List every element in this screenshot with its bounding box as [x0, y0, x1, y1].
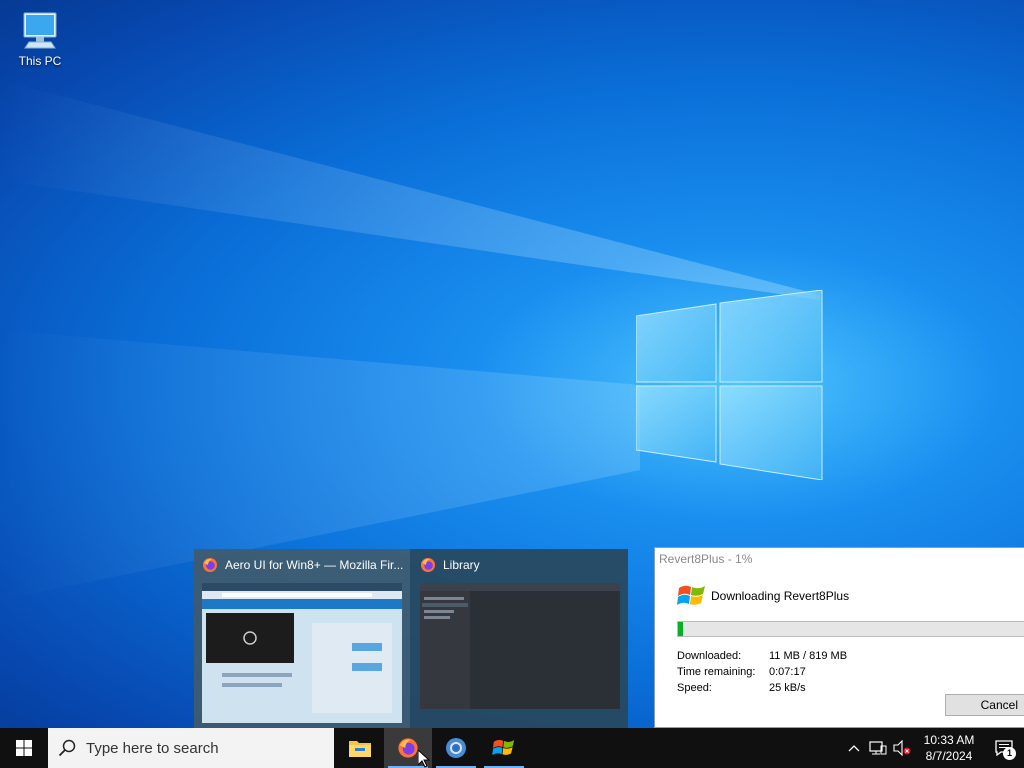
- download-progress-bar: [677, 621, 1024, 637]
- stat-value: 11 MB / 819 MB: [769, 650, 848, 662]
- taskbar-clock[interactable]: 10:33 AM 8/7/2024: [914, 732, 984, 764]
- thumbnail-title-bar: Aero UI for Win8+ — Mozilla Fir...: [202, 557, 406, 573]
- desktop-icon-this-pc[interactable]: This PC: [12, 10, 68, 68]
- action-center-button[interactable]: 1: [984, 728, 1024, 768]
- network-icon: [869, 741, 887, 755]
- firefox-icon: [421, 558, 435, 572]
- chevron-up-icon: [848, 745, 860, 752]
- desktop-icon-label: This PC: [18, 54, 62, 68]
- stat-label: Downloaded:: [677, 650, 742, 662]
- firefox-icon: [203, 558, 217, 572]
- thumbnail-firefox-aero-ui[interactable]: Aero UI for Win8+ — Mozilla Fir...: [194, 549, 410, 728]
- taskbar-revert8plus[interactable]: [480, 728, 528, 768]
- cancel-button[interactable]: Cancel: [945, 694, 1024, 716]
- stat-value: 0:07:17: [769, 666, 806, 678]
- dialog-heading: Downloading Revert8Plus: [711, 589, 850, 603]
- thumbnail-title: Aero UI for Win8+ — Mozilla Fir...: [225, 558, 404, 572]
- stat-row-speed: Speed: 25 kB/s: [677, 680, 847, 696]
- stat-value: 25 kB/s: [769, 682, 806, 694]
- thumbnail-title-bar: Library: [420, 557, 624, 573]
- firefox-icon: [398, 738, 418, 758]
- file-explorer-icon: [349, 741, 371, 757]
- clock-time: 10:33 AM: [923, 733, 975, 747]
- wallpaper-windows-logo: [636, 290, 823, 480]
- download-progress-fill: [678, 622, 684, 636]
- taskbar: Type here to search 10:33 AM 8/7/2024 1: [0, 728, 1024, 768]
- stat-label: Speed:: [677, 682, 712, 694]
- stat-label: Time remaining:: [677, 666, 756, 678]
- search-icon: [58, 739, 76, 757]
- stat-row-downloaded: Downloaded: 11 MB / 819 MB: [677, 648, 847, 664]
- volume-tray-button[interactable]: [890, 728, 914, 768]
- taskbar-search-box[interactable]: Type here to search: [48, 728, 334, 768]
- mouse-cursor-icon: [418, 750, 430, 768]
- dialog-heading-row: Downloading Revert8Plus: [677, 582, 1024, 610]
- start-button[interactable]: [0, 728, 48, 768]
- chrome-icon: [446, 738, 466, 758]
- this-pc-icon: [23, 12, 57, 49]
- volume-muted-icon: [893, 740, 911, 756]
- notification-count-badge: 1: [1003, 747, 1016, 760]
- download-dialog: Revert8Plus - 1% Downloading Revert8Plus…: [654, 547, 1024, 728]
- windows-flag-icon: [492, 739, 515, 756]
- taskbar-file-explorer[interactable]: [336, 728, 384, 768]
- thumbnail-image-browser: [202, 583, 402, 723]
- clock-date: 8/7/2024: [925, 749, 973, 763]
- thumbnail-firefox-library[interactable]: Library: [412, 549, 628, 728]
- system-tray: 10:33 AM 8/7/2024 1: [842, 728, 1024, 768]
- stat-row-time-remaining: Time remaining: 0:07:17: [677, 664, 847, 680]
- search-placeholder: Type here to search: [86, 739, 219, 757]
- windows-logo-icon: [16, 740, 32, 756]
- taskbar-pinned-apps: [336, 728, 528, 768]
- windows-flag-icon: [677, 585, 705, 605]
- dialog-title: Revert8Plus - 1%: [659, 552, 753, 566]
- download-stats: Downloaded: 11 MB / 819 MB Time remainin…: [677, 648, 847, 696]
- show-hidden-icons-button[interactable]: [842, 728, 866, 768]
- taskbar-chrome[interactable]: [432, 728, 480, 768]
- thumbnail-image-library: [420, 583, 620, 709]
- thumbnail-title: Library: [443, 558, 480, 572]
- taskbar-thumbnail-preview: Aero UI for Win8+ — Mozilla Fir... Libra…: [194, 549, 628, 728]
- network-tray-button[interactable]: [866, 728, 890, 768]
